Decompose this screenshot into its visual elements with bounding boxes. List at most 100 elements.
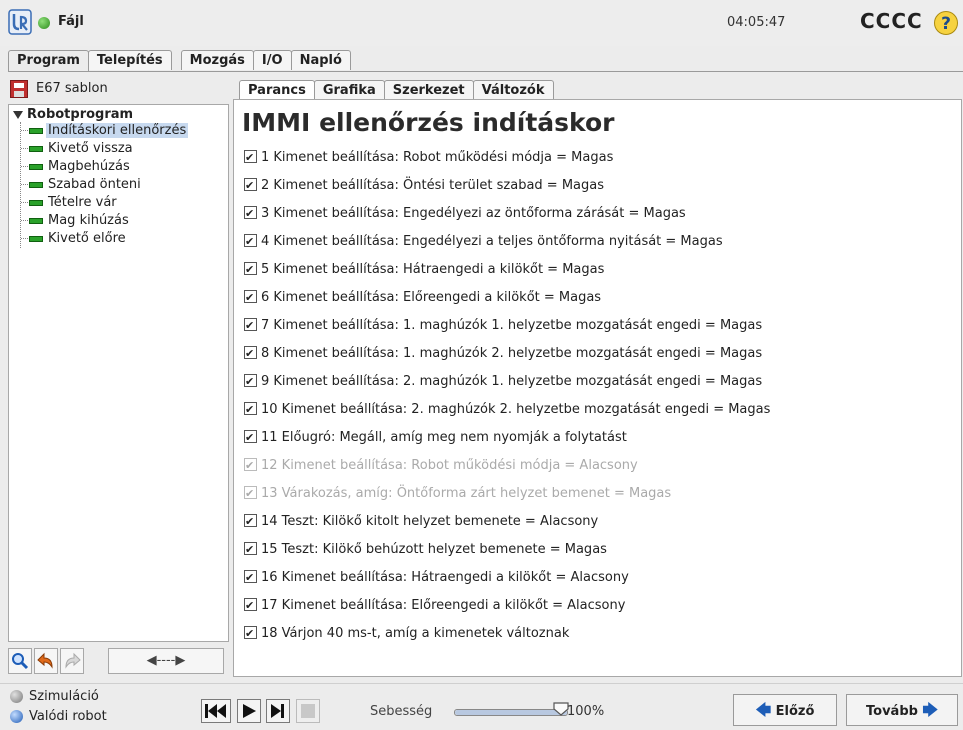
command-line[interactable]: 6 Kimenet beállítása: Előreengedi a kilö…	[244, 288, 601, 308]
command-line[interactable]: 11 Előugró: Megáll, amíg meg nem nyomják…	[244, 428, 627, 448]
mode-simulation[interactable]: Szimuláció	[10, 689, 99, 707]
tree-connector	[21, 184, 28, 185]
node-icon	[29, 181, 43, 188]
undo-button[interactable]	[34, 648, 58, 674]
clock: 04:05:47	[727, 15, 786, 30]
tree-node[interactable]: Indításkori ellenőrzés	[21, 123, 189, 141]
rewind-button[interactable]	[201, 699, 231, 723]
command-line[interactable]: 7 Kimenet beállítása: 1. maghúzók 1. hel…	[244, 316, 762, 336]
command-line[interactable]: 1 Kimenet beállítása: Robot működési mód…	[244, 148, 613, 168]
checkbox-icon[interactable]	[244, 400, 257, 420]
radio-icon[interactable]	[10, 690, 23, 703]
command-line-text: 9 Kimenet beállítása: 2. maghúzók 1. hel…	[261, 374, 763, 389]
tree-node[interactable]: Tételre vár	[21, 195, 119, 213]
move-node-button[interactable]: ◀----▶	[108, 648, 224, 674]
tree-node-label: Kivető előre	[48, 231, 126, 246]
checkbox-icon[interactable]	[244, 428, 257, 448]
help-icon[interactable]: ?	[934, 11, 958, 35]
tree-node[interactable]: Magbehúzás	[21, 159, 132, 177]
command-line-text: 4 Kimenet beállítása: Engedélyezi a telj…	[261, 234, 723, 249]
step-button[interactable]	[266, 699, 290, 723]
command-line-text: 1 Kimenet beállítása: Robot működési mód…	[261, 150, 614, 165]
expand-triangle-icon[interactable]	[13, 110, 23, 119]
stop-button[interactable]	[296, 699, 320, 723]
checkbox-icon[interactable]	[244, 148, 257, 168]
tree-root[interactable]: Robotprogram	[13, 107, 133, 122]
tab-move[interactable]: Mozgás	[180, 50, 254, 70]
speed-slider[interactable]	[454, 702, 569, 716]
command-line-text: 6 Kimenet beállítása: Előreengedi a kilö…	[261, 290, 602, 305]
command-line-text: 13 Várakozás, amíg: Öntőforma zárt helyz…	[261, 486, 672, 501]
checkbox-icon[interactable]	[244, 288, 257, 308]
command-line-text: 17 Kimenet beállítása: Előreengedi a kil…	[261, 598, 626, 613]
speed-slider-fill	[455, 710, 567, 715]
redo-button[interactable]	[60, 648, 84, 674]
command-line[interactable]: 15 Teszt: Kilökő behúzott helyzet bemene…	[244, 540, 607, 560]
command-line-text: 18 Várjon 40 ms-t, amíg a kimenetek vált…	[261, 626, 570, 641]
tree-connector	[21, 238, 28, 239]
skip-to-start-icon	[205, 704, 226, 718]
command-line[interactable]: 2 Kimenet beállítása: Öntési terület sza…	[244, 176, 604, 196]
checkbox-icon[interactable]	[244, 512, 257, 532]
tab-structure[interactable]: Szerkezet	[383, 80, 474, 100]
command-line-text: 15 Teszt: Kilökő behúzott helyzet bemene…	[261, 542, 607, 557]
previous-button[interactable]: 🡄 Előző	[733, 694, 837, 726]
tab-variables[interactable]: Változók	[472, 80, 554, 100]
previous-button-label: Előző	[775, 704, 815, 719]
save-icon[interactable]	[10, 80, 28, 98]
tree-node[interactable]: Mag kihúzás	[21, 213, 131, 231]
checkbox-icon[interactable]	[244, 344, 257, 364]
tree-node[interactable]: Kivető előre	[21, 231, 128, 249]
tab-io[interactable]: I/O	[252, 50, 292, 70]
bottom-bar: Szimuláció Valódi robot Sebesség 100% 🡄 …	[0, 683, 963, 730]
command-line[interactable]: 17 Kimenet beállítása: Előreengedi a kil…	[244, 596, 625, 616]
checkbox-icon[interactable]	[244, 568, 257, 588]
tab-command[interactable]: Parancs	[239, 80, 315, 100]
command-line-text: 8 Kimenet beállítása: 1. maghúzók 2. hel…	[261, 346, 763, 361]
checkbox-icon[interactable]	[244, 176, 257, 196]
command-line[interactable]: 12 Kimenet beállítása: Robot működési mó…	[244, 456, 638, 476]
checkbox-icon[interactable]	[244, 260, 257, 280]
mode-real-robot[interactable]: Valódi robot	[10, 709, 107, 727]
checkbox-icon[interactable]	[244, 316, 257, 336]
tab-installation[interactable]: Telepítés	[87, 50, 172, 70]
checkbox-icon[interactable]	[244, 540, 257, 560]
tree-node-label: Indításkori ellenőrzés	[46, 123, 189, 138]
command-line[interactable]: 8 Kimenet beállítása: 1. maghúzók 2. hel…	[244, 344, 762, 364]
checkbox-icon[interactable]	[244, 484, 257, 504]
command-line-text: 3 Kimenet beállítása: Engedélyezi az önt…	[261, 206, 686, 221]
command-line[interactable]: 4 Kimenet beállítása: Engedélyezi a telj…	[244, 232, 723, 252]
command-line[interactable]: 18 Várjon 40 ms-t, amíg a kimenetek vált…	[244, 624, 569, 644]
command-line[interactable]: 3 Kimenet beállítása: Engedélyezi az önt…	[244, 204, 686, 224]
tree-node-label: Magbehúzás	[48, 159, 130, 174]
checkbox-icon[interactable]	[244, 232, 257, 252]
radio-icon[interactable]	[10, 710, 23, 723]
program-name: E67 sablon	[36, 81, 108, 96]
command-line[interactable]: 13 Várakozás, amíg: Öntőforma zárt helyz…	[244, 484, 671, 504]
stop-icon	[301, 704, 315, 718]
checkbox-icon[interactable]	[244, 204, 257, 224]
tree-node[interactable]: Szabad önteni	[21, 177, 143, 195]
mode-real-robot-label: Valódi robot	[29, 709, 107, 724]
file-menu[interactable]: Fájl	[58, 14, 84, 29]
checkbox-icon[interactable]	[244, 372, 257, 392]
play-button[interactable]	[237, 699, 261, 723]
search-button[interactable]	[8, 648, 32, 674]
command-line[interactable]: 10 Kimenet beállítása: 2. maghúzók 2. he…	[244, 400, 770, 420]
command-line[interactable]: 14 Teszt: Kilökő kitolt helyzet bemenete…	[244, 512, 598, 532]
checkbox-icon[interactable]	[244, 596, 257, 616]
tab-graphics[interactable]: Grafika	[313, 80, 385, 100]
tab-log[interactable]: Napló	[290, 50, 351, 70]
tab-program[interactable]: Program	[8, 50, 89, 72]
next-button[interactable]: Tovább 🡆	[846, 694, 958, 726]
command-line[interactable]: 16 Kimenet beállítása: Hátraengedi a kil…	[244, 568, 629, 588]
tree-connector	[21, 148, 28, 149]
command-line[interactable]: 5 Kimenet beállítása: Hátraengedi a kilö…	[244, 260, 604, 280]
command-panel: IMMI ellenőrzés indításkor 1 Kimenet beá…	[233, 99, 962, 677]
checkbox-icon[interactable]	[244, 456, 257, 476]
command-line[interactable]: 9 Kimenet beállítása: 2. maghúzók 1. hel…	[244, 372, 762, 392]
command-line-text: 7 Kimenet beállítása: 1. maghúzók 1. hel…	[261, 318, 763, 333]
checkbox-icon[interactable]	[244, 624, 257, 644]
tree-node[interactable]: Kivető vissza	[21, 141, 135, 159]
tree-node-label: Kivető vissza	[48, 141, 133, 156]
